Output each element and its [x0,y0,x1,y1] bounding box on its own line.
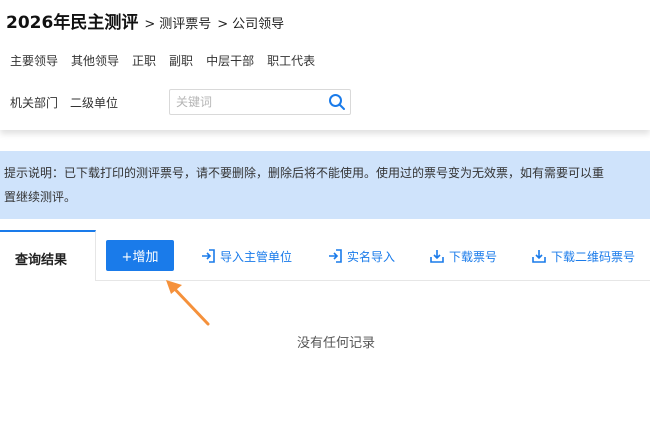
category-item[interactable]: 职工代表 [267,52,315,70]
annotation-arrow [166,280,210,326]
title-row: 2026年民主测评 > 测评票号 > 公司领导 [6,8,284,33]
action-label: 下载二维码票号 [551,249,636,264]
breadcrumb-separator: > [217,17,229,32]
notice-line: 提示说明：已下载打印的测评票号，请不要删除，删除后将不能使用。使用过的票号变为无… [4,166,605,180]
breadcrumb-item[interactable]: 公司领导 [232,13,284,32]
category-item[interactable]: 其他领导 [71,52,119,70]
import-icon [329,249,342,263]
category-item[interactable]: 副职 [169,52,193,70]
real-name-import-button[interactable]: 实名导入 [327,246,395,266]
import-supervisor-button[interactable]: 导入主管单位 [200,246,292,266]
notice-banner: 提示说明：已下载打印的测评票号，请不要删除，删除后将不能使用。使用过的票号变为无… [0,151,650,219]
add-button[interactable]: +增加 [106,240,174,271]
empty-state-message: 没有任何记录 [296,336,375,351]
download-icon [430,250,444,263]
search-box [169,89,351,115]
download-qrcode-tickets-button[interactable]: 下载二维码票号 [531,246,635,266]
action-label: 导入主管单位 [220,249,293,264]
search-input[interactable] [176,93,326,111]
breadcrumb-separator: > [144,17,156,32]
breadcrumb-item[interactable]: 测评票号 [159,13,211,32]
tab-query-results[interactable]: 查询结果 [0,230,96,281]
action-label: 实名导入 [347,249,396,264]
department-item[interactable]: 机关部门 [10,94,58,112]
tab-label: 查询结果 [15,253,68,268]
category-filter: 主要领导 其他领导 正职 副职 中层干部 职工代表 [10,52,328,70]
import-icon [202,249,215,263]
category-item[interactable]: 正职 [132,52,156,70]
notice-line: 置继续测评。 [4,190,77,204]
category-item[interactable]: 主要领导 [10,52,58,70]
download-tickets-button[interactable]: 下载票号 [429,246,497,266]
download-icon [532,250,546,263]
department-filter: 机关部门 二级单位 [10,94,130,112]
page-title: 2026年民主测评 [6,13,139,33]
category-item[interactable]: 中层干部 [206,52,254,70]
header-panel: 2026年民主测评 > 测评票号 > 公司领导 主要领导 其他领导 正职 副职 … [0,0,650,130]
department-item[interactable]: 二级单位 [70,94,118,112]
action-label: 下载票号 [449,249,498,264]
search-icon[interactable] [328,93,346,111]
